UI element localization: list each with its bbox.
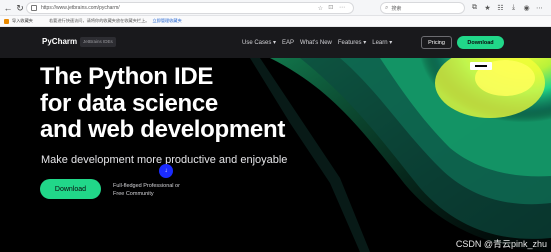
bookmarks-bar: 导入收藏夹 若要进行快速访问，请将你的收藏夹放在收藏夹栏上。 立即管理收藏夹 [0, 16, 551, 27]
cursor-marker-icon: ↓ [159, 164, 173, 178]
nav-learn[interactable]: Learn ▾ [372, 39, 392, 46]
hero-title-line-1: The Python IDE [40, 63, 214, 90]
edition-note-line-1: Full-fledged Professional or [113, 183, 180, 189]
manage-favorites-link[interactable]: 立即管理收藏夹 [152, 18, 181, 24]
jetbrains-ides-badge[interactable]: JetBrains IDEs [80, 37, 116, 47]
nav-whats-new[interactable]: What's New [300, 40, 332, 46]
import-folder-icon [4, 18, 9, 24]
site-nav-links: Use Cases ▾ EAP What's New Features ▾ Le… [242, 27, 398, 58]
edition-note: Full-fledged Professional or Free Commun… [113, 182, 180, 198]
bookmarks-notice: 若要进行快速访问，请将你的收藏夹放在收藏夹栏上。 [48, 18, 150, 23]
browser-toolbar-icons: ⧉ ★ ☷ ⤓ ◉ ⋯ [470, 2, 544, 13]
header-download-button[interactable]: Download [457, 36, 504, 49]
hero-title-line-2: for data science [40, 89, 218, 117]
search-icon: ⌕ [385, 4, 389, 11]
browser-toolbar: ← ↻ https://www.jetbrains.com/pycharm/ ☆… [0, 0, 551, 16]
hero-download-button[interactable]: Download [40, 179, 101, 199]
favorite-star-icon[interactable]: ☆ [318, 5, 323, 12]
edition-note-line-2: Free Community [113, 191, 154, 197]
nav-eap[interactable]: EAP [282, 40, 294, 46]
pycharm-logo[interactable]: PyCharm [42, 37, 77, 46]
hero-section: The Python IDE for data science and web … [0, 58, 551, 252]
favorites-icon[interactable]: ☷ [496, 2, 505, 13]
collections-icon[interactable]: ★ [483, 2, 492, 13]
bookmark-import[interactable]: 导入收藏夹 [4, 18, 33, 24]
site-header: PyCharm JetBrains IDEs Use Cases ▾ EAP W… [0, 27, 551, 58]
hero-title: The Python IDE for data science and web … [40, 63, 286, 144]
browser-search-box[interactable]: ⌕ 搜索 [380, 2, 465, 14]
more-icon[interactable]: ⋯ [535, 2, 544, 13]
bookmark-label: 导入收藏夹 [12, 18, 33, 23]
scroll-top-marker [470, 62, 492, 70]
download-icon[interactable]: ⤓ [509, 2, 518, 13]
lock-icon [31, 5, 37, 11]
address-bar[interactable]: https://www.jetbrains.com/pycharm/ ☆ ⊡ ⋯ [26, 2, 354, 14]
nav-use-cases[interactable]: Use Cases ▾ [242, 39, 276, 46]
refresh-icon[interactable]: ↻ [13, 1, 27, 15]
csdn-watermark: CSDN @青云pink_zhu [455, 239, 547, 249]
hero-title-line-3: and web development [40, 116, 286, 143]
address-extension-icons[interactable]: ⊡ ⋯ [328, 4, 347, 11]
search-placeholder: 搜索 [391, 5, 402, 12]
nav-features[interactable]: Features ▾ [338, 39, 366, 46]
pricing-button[interactable]: Pricing [421, 36, 452, 49]
extension-icon[interactable]: ⧉ [470, 2, 479, 13]
profile-icon[interactable]: ◉ [522, 2, 531, 13]
url-text[interactable]: https://www.jetbrains.com/pycharm/ [41, 5, 120, 11]
